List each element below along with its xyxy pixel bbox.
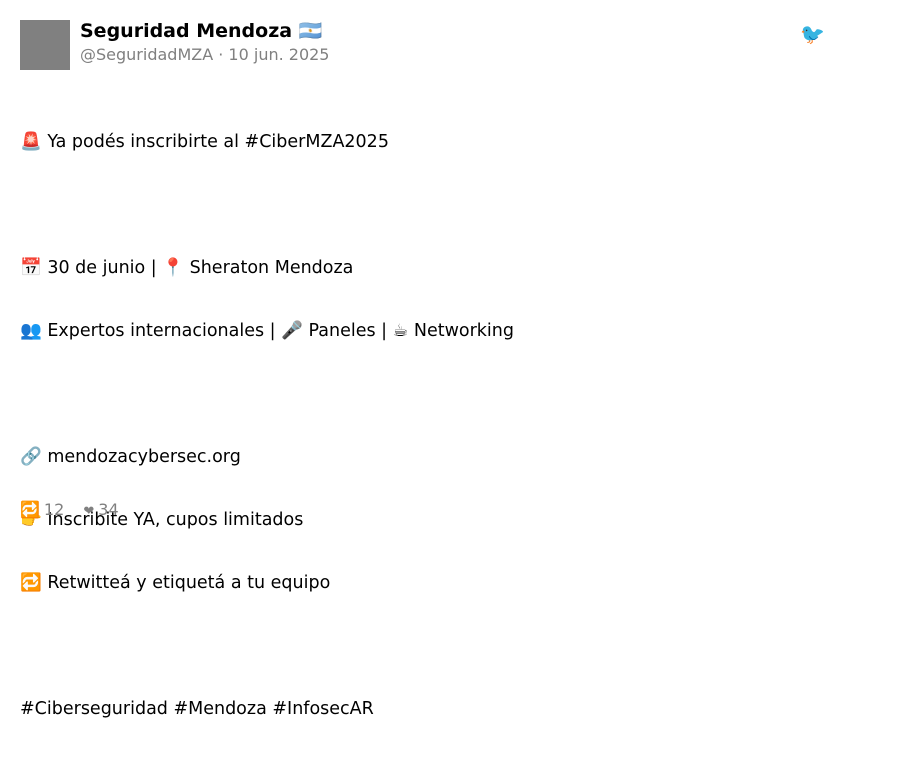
heart-icon: ❤ [83, 504, 95, 519]
retweet-count: 12 [43, 500, 65, 519]
meta-separator: · [213, 45, 229, 64]
retweet-icon: 🔁 [20, 500, 40, 519]
tweet-line: 🚨 Ya podés inscribirte al #CiberMZA2025 [20, 132, 389, 152]
tweet-line: 📅 30 de junio | 📍 Sheraton Mendoza [20, 258, 354, 278]
retweet-button[interactable]: 🔁 12 [20, 500, 64, 520]
avatar[interactable] [20, 20, 70, 70]
author-name[interactable]: Seguridad Mendoza 🇦🇷 [80, 19, 322, 43]
tweet-line-link[interactable]: 🔗 mendozacybersec.org [20, 447, 514, 468]
tweet-date[interactable]: 10 jun. 2025 [228, 45, 329, 64]
like-button[interactable]: ❤ 34 [83, 500, 118, 522]
tweet-stats: 🔁 12 ❤ 34 [20, 500, 133, 522]
tweet-line: 👥 Expertos internacionales | 🎤 Paneles |… [20, 321, 514, 341]
tweet-line-hashtags[interactable]: #Ciberseguridad #Mendoza #InfosecAR [20, 699, 514, 720]
tweet-line: 🔁 Retwitteá y etiquetá a tu equipo [20, 573, 331, 593]
bird-icon: 🐦 [800, 22, 825, 46]
author-meta: @SeguridadMZA · 10 jun. 2025 [80, 45, 329, 65]
like-count: 34 [98, 500, 119, 519]
tweet-body: 🚨 Ya podés inscribirte al #CiberMZA2025 … [20, 90, 514, 762]
author-handle[interactable]: @SeguridadMZA [80, 45, 213, 64]
